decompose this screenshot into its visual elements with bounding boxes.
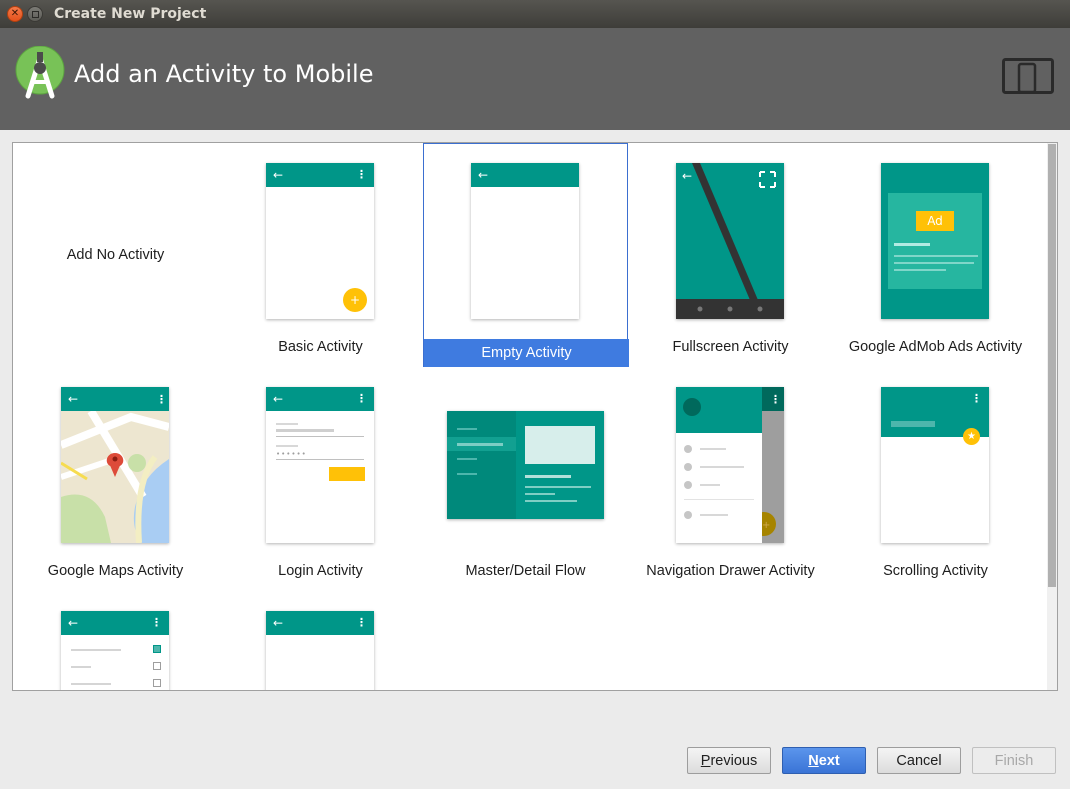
window-close-button[interactable]: ✕ [7,6,23,22]
template-thumbnail: ← ⋮ [61,611,169,690]
template-empty-activity[interactable]: ← Empty Activity [423,143,629,367]
template-google-maps-activity[interactable]: ← ⋮ Google Maps Activity [13,367,218,591]
svg-text:←: ← [682,169,692,183]
template-label: Google Maps Activity [47,563,184,579]
template-label: Scrolling Activity [883,563,988,579]
template-thumbnail: ← [676,163,784,319]
template-navigation-drawer-activity[interactable]: ⋮ + Navigation Drawer Activity [628,367,833,591]
back-arrow-icon: ← [273,392,284,406]
template-thumbnail: ⋮ + [676,387,784,543]
template-thumbnail: ⋮ ★ [881,387,989,543]
template-thumbnail [447,411,604,519]
template-label: Basic Activity [278,339,363,355]
back-arrow-icon: ← [68,616,79,630]
template-thumbnail: ← ⋮ [59,387,171,544]
finish-button: Finish [972,747,1056,774]
template-master-detail-flow[interactable]: Master/Detail Flow [423,367,628,591]
overflow-menu-icon: ⋮ [356,168,367,181]
gallery-scrollbar[interactable] [1047,143,1057,690]
overflow-menu-icon: ⋮ [151,616,162,629]
ad-badge: Ad [916,211,954,231]
template-label: Master/Detail Flow [465,563,586,579]
next-button[interactable]: Next [782,747,866,774]
template-label: Fullscreen Activity [672,339,789,355]
template-settings-activity[interactable]: ← ⋮ [13,591,218,690]
back-arrow-icon: ← [273,168,284,182]
template-label: Login Activity [278,563,363,579]
maximize-icon [31,10,39,18]
star-fab-icon: ★ [963,428,980,445]
template-thumbnail: ← [471,163,579,319]
back-arrow-icon: ← [273,616,284,630]
template-admob-ads-activity[interactable]: Ad Google AdMob Ads Activity [833,143,1038,367]
template-login-activity[interactable]: ← ⋮ •••••• Login Activity [218,367,423,591]
overflow-menu-icon: ⋮ [356,616,367,629]
template-fullscreen-activity[interactable]: ← Fullscreen Activity [628,143,833,367]
svg-text:⋮: ⋮ [770,393,781,406]
window-title: Create New Project [54,6,207,22]
window-maximize-button[interactable] [27,6,43,22]
template-label: Add No Activity [66,247,165,263]
template-scrolling-activity[interactable]: ⋮ ★ Scrolling Activity [833,367,1038,591]
svg-text:+: + [762,520,770,531]
template-tabbed-activity[interactable]: ← ⋮ [218,591,423,690]
previous-button[interactable]: Previous [687,747,771,774]
window-titlebar: ✕ Create New Project [0,0,1070,28]
template-thumbnail: Ad [881,163,989,319]
template-add-no-activity[interactable]: Add No Activity [13,143,218,367]
template-label: Google AdMob Ads Activity [848,339,1023,355]
back-arrow-icon: ← [478,168,489,182]
android-studio-logo-icon [15,46,65,99]
form-factor-mobile-icon [1002,58,1054,94]
template-thumbnail: ← ⋮ + [266,163,374,319]
template-label: Navigation Drawer Activity [646,563,815,579]
page-title: Add an Activity to Mobile [74,60,374,88]
overflow-menu-icon: ⋮ [971,392,982,405]
svg-text:←: ← [68,392,78,406]
template-basic-activity[interactable]: ← ⋮ + Basic Activity [218,143,423,367]
scrollbar-thumb[interactable] [1048,144,1056,587]
activity-gallery: Add No Activity ← ⋮ + Basic Activity ← Em… [12,142,1058,691]
overflow-menu-icon: ⋮ [356,392,367,405]
template-thumbnail: ← ⋮ [266,611,374,690]
template-thumbnail: ← ⋮ •••••• [266,387,374,543]
cancel-button[interactable]: Cancel [877,747,961,774]
fab-icon: + [343,288,367,312]
svg-text:⋮: ⋮ [156,393,167,406]
template-label: Empty Activity [424,339,629,367]
wizard-header: Add an Activity to Mobile [0,28,1070,130]
